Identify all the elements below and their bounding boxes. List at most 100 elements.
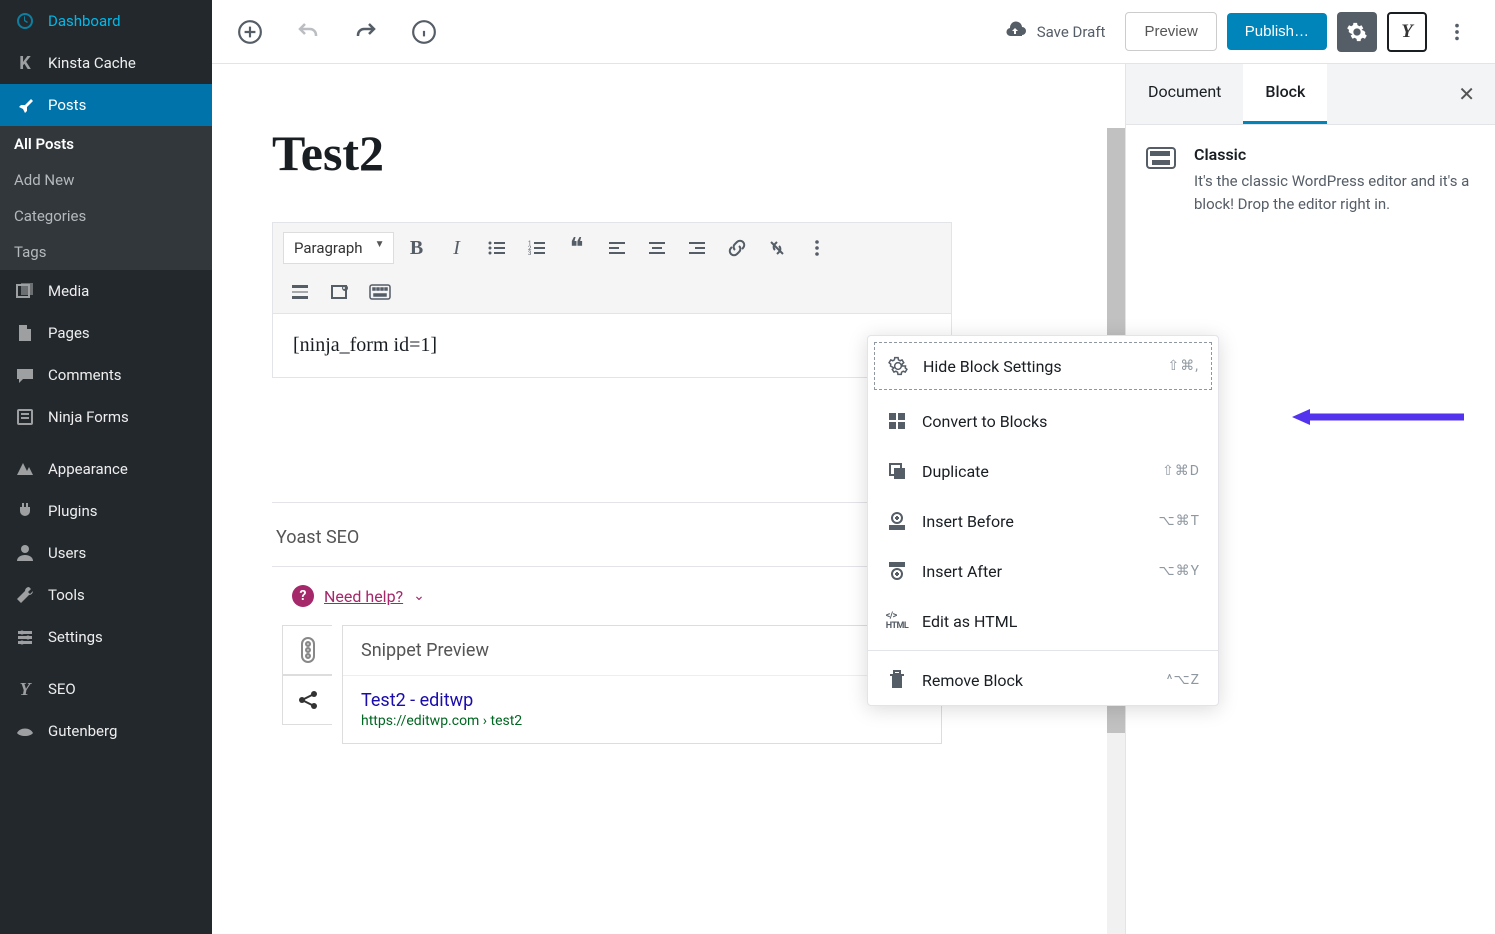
sidebar-label: Posts xyxy=(48,96,86,114)
gear-icon xyxy=(887,355,909,377)
preview-button[interactable]: Preview xyxy=(1125,12,1216,51)
sidebar-sub-tags[interactable]: Tags xyxy=(0,234,212,270)
sidebar-item-dashboard[interactable]: Dashboard xyxy=(0,0,212,42)
dashboard-icon xyxy=(14,10,36,32)
snippet-preview-content: Test2 - editwp https://editwp.com › test… xyxy=(343,675,941,743)
info-button[interactable] xyxy=(404,12,444,52)
insert-after-icon xyxy=(886,560,908,582)
align-left-button[interactable] xyxy=(600,231,634,265)
sidebar-item-appearance[interactable]: Appearance xyxy=(0,448,212,490)
format-select[interactable]: Paragraph xyxy=(283,232,394,264)
pin-icon xyxy=(14,94,36,116)
sidebar-label: Comments xyxy=(48,366,122,384)
insert-before-icon xyxy=(886,510,908,532)
help-icon[interactable]: ? xyxy=(292,585,314,607)
readmore-button[interactable] xyxy=(283,275,317,309)
undo-button[interactable] xyxy=(288,12,328,52)
link-button[interactable] xyxy=(720,231,754,265)
sidebar-label: Tools xyxy=(48,586,85,604)
sidebar-sub-all-posts[interactable]: All Posts xyxy=(0,126,212,162)
seo-icon: Y xyxy=(14,678,36,700)
block-inserter-row: T xyxy=(272,378,952,442)
sidebar-item-kinsta[interactable]: K Kinsta Cache xyxy=(0,42,212,84)
snippet-title: Test2 - editwp xyxy=(361,690,923,711)
snippet-preview-header[interactable]: Snippet Preview ▲ xyxy=(343,626,941,675)
need-help-link[interactable]: Need help? xyxy=(324,587,403,606)
publish-button[interactable]: Publish… xyxy=(1227,13,1327,50)
post-title[interactable]: Test2 xyxy=(272,124,952,182)
sidebar-label: Gutenberg xyxy=(48,722,117,740)
numbered-list-button[interactable]: 123 xyxy=(520,231,554,265)
snippet-tab-readability[interactable] xyxy=(282,625,332,675)
chevron-down-icon[interactable]: ⌄ xyxy=(413,588,425,604)
sidebar-label: Media xyxy=(48,282,89,300)
align-center-button[interactable] xyxy=(640,231,674,265)
sidebar-label: Settings xyxy=(48,628,103,646)
align-right-button[interactable] xyxy=(680,231,714,265)
quote-button[interactable]: ❝ xyxy=(560,231,594,265)
dropdown-insert-before[interactable]: Insert Before ⌥⌘T xyxy=(868,496,1218,546)
snippet-url: https://editwp.com › test2 xyxy=(361,713,923,729)
cloud-icon xyxy=(1003,20,1027,44)
unlink-button[interactable] xyxy=(760,231,794,265)
more-menu-button[interactable] xyxy=(1437,12,1477,52)
kinsta-icon: K xyxy=(14,52,36,74)
save-draft-button[interactable]: Save Draft xyxy=(993,20,1116,44)
yoast-toggle-button[interactable]: Y xyxy=(1387,12,1427,52)
sidebar-item-tools[interactable]: Tools xyxy=(0,574,212,616)
block-options-dropdown: Hide Block Settings ⇧⌘, Convert to Block… xyxy=(867,335,1219,706)
dropdown-convert-to-blocks[interactable]: Convert to Blocks xyxy=(868,396,1218,446)
comments-icon xyxy=(14,364,36,386)
sidebar-label: Appearance xyxy=(48,460,128,478)
sidebar-item-media[interactable]: Media xyxy=(0,270,212,312)
redo-button[interactable] xyxy=(346,12,386,52)
sidebar-item-posts[interactable]: Posts xyxy=(0,84,212,126)
editor-topbar: Save Draft Preview Publish… Y xyxy=(212,0,1495,64)
dropdown-insert-after[interactable]: Insert After ⌥⌘Y xyxy=(868,546,1218,596)
add-media-button[interactable] xyxy=(323,275,357,309)
sidebar-submenu-posts: All Posts Add New Categories Tags xyxy=(0,126,212,270)
sidebar-item-ninja-forms[interactable]: Ninja Forms xyxy=(0,396,212,438)
tab-block[interactable]: Block xyxy=(1243,64,1327,124)
gutenberg-icon xyxy=(14,720,36,742)
keyboard-button[interactable] xyxy=(363,275,397,309)
close-settings-button[interactable]: ✕ xyxy=(1438,64,1495,124)
block-more-button[interactable] xyxy=(800,231,834,265)
sidebar-item-pages[interactable]: Pages xyxy=(0,312,212,354)
snippet-tab-social[interactable] xyxy=(282,675,332,725)
add-block-button[interactable] xyxy=(230,12,270,52)
sidebar-sub-add-new[interactable]: Add New xyxy=(0,162,212,198)
admin-sidebar: Dashboard K Kinsta Cache Posts All Posts… xyxy=(0,0,212,934)
sidebar-sub-categories[interactable]: Categories xyxy=(0,198,212,234)
settings-toggle-button[interactable] xyxy=(1337,12,1377,52)
block-name: Classic xyxy=(1194,145,1475,164)
html-icon: </>HTML xyxy=(886,610,908,632)
dropdown-duplicate[interactable]: Duplicate ⇧⌘D xyxy=(868,446,1218,496)
sidebar-label: SEO xyxy=(48,680,76,698)
tab-document[interactable]: Document xyxy=(1126,64,1243,124)
sidebar-item-plugins[interactable]: Plugins xyxy=(0,490,212,532)
dropdown-remove-block[interactable]: Remove Block ^⌥Z xyxy=(868,655,1218,705)
sidebar-item-seo[interactable]: Y SEO xyxy=(0,668,212,710)
block-description: It's the classic WordPress editor and it… xyxy=(1194,170,1475,215)
classic-editor-textarea[interactable]: [ninja_form id=1] xyxy=(273,314,951,377)
classic-block: Paragraph B I 123 ❝ xyxy=(272,222,952,378)
forms-icon xyxy=(14,406,36,428)
settings-tabs: Document Block ✕ xyxy=(1126,64,1495,125)
sidebar-item-comments[interactable]: Comments xyxy=(0,354,212,396)
sidebar-label: Dashboard xyxy=(48,12,121,30)
sidebar-label: Kinsta Cache xyxy=(48,54,136,72)
bold-button[interactable]: B xyxy=(400,231,434,265)
grid-icon xyxy=(886,410,908,432)
dropdown-hide-block-settings[interactable]: Hide Block Settings ⇧⌘, xyxy=(874,342,1212,390)
yoast-seo-panel: Yoast SEO ? Need help? ⌄ ★ Go xyxy=(272,502,952,744)
sidebar-item-gutenberg[interactable]: Gutenberg xyxy=(0,710,212,752)
snippet-preview-box: Snippet Preview ▲ Test2 - editwp https:/… xyxy=(342,625,942,744)
duplicate-icon xyxy=(886,460,908,482)
dropdown-edit-as-html[interactable]: </>HTML Edit as HTML xyxy=(868,596,1218,646)
sidebar-item-users[interactable]: Users xyxy=(0,532,212,574)
bullet-list-button[interactable] xyxy=(480,231,514,265)
italic-button[interactable]: I xyxy=(440,231,474,265)
sidebar-item-settings[interactable]: Settings xyxy=(0,616,212,658)
users-icon xyxy=(14,542,36,564)
